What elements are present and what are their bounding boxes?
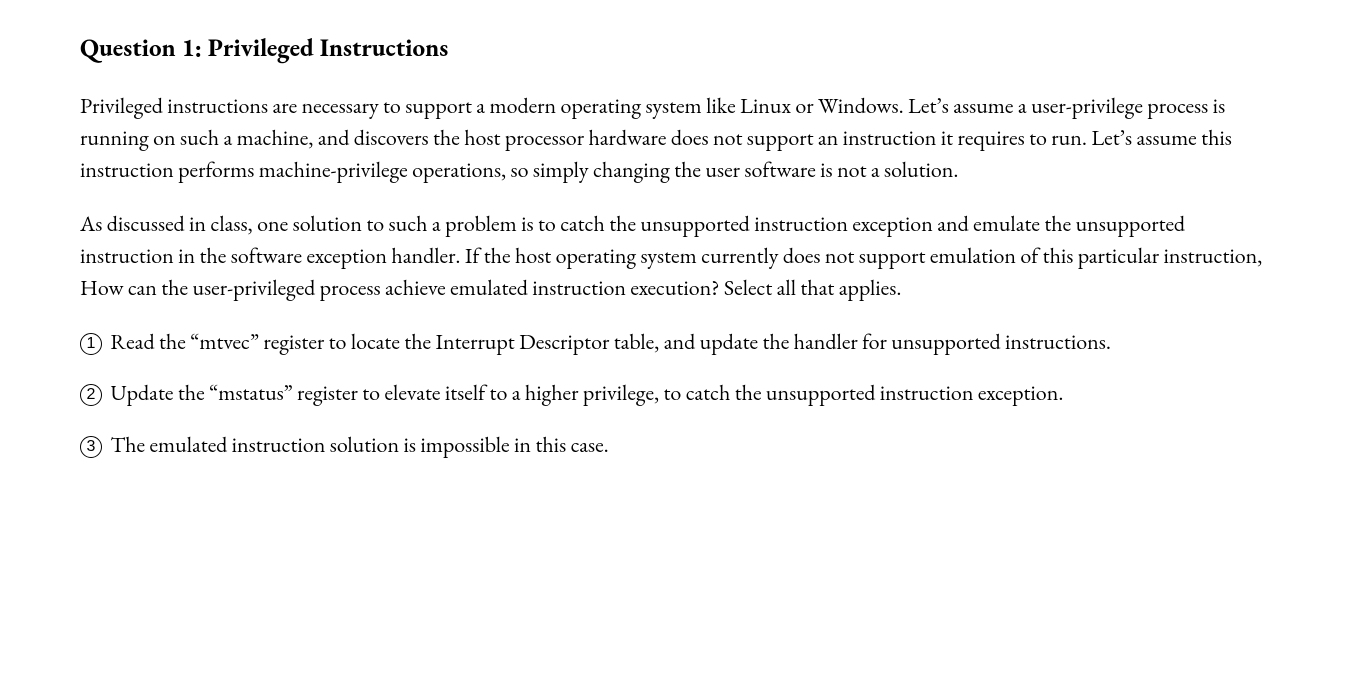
option-text: Read the “mtvec” register to locate the …	[106, 327, 1111, 356]
option-number-icon: 2	[80, 384, 102, 406]
option-2: 2 Update the “mstatus” register to eleva…	[80, 377, 1268, 409]
option-text: Update the “mstatus” register to elevate…	[106, 378, 1063, 407]
question-paragraph-2: As discussed in class, one solution to s…	[80, 208, 1268, 304]
question-heading: Question 1: Privileged Instructions	[80, 30, 1268, 66]
option-text: The emulated instruction solution is imp…	[106, 430, 609, 459]
option-number-icon: 3	[80, 436, 102, 458]
question-paragraph-1: Privileged instructions are necessary to…	[80, 90, 1268, 186]
option-number-icon: 1	[80, 333, 102, 355]
option-3: 3 The emulated instruction solution is i…	[80, 429, 1268, 461]
option-1: 1 Read the “mtvec” register to locate th…	[80, 326, 1268, 358]
